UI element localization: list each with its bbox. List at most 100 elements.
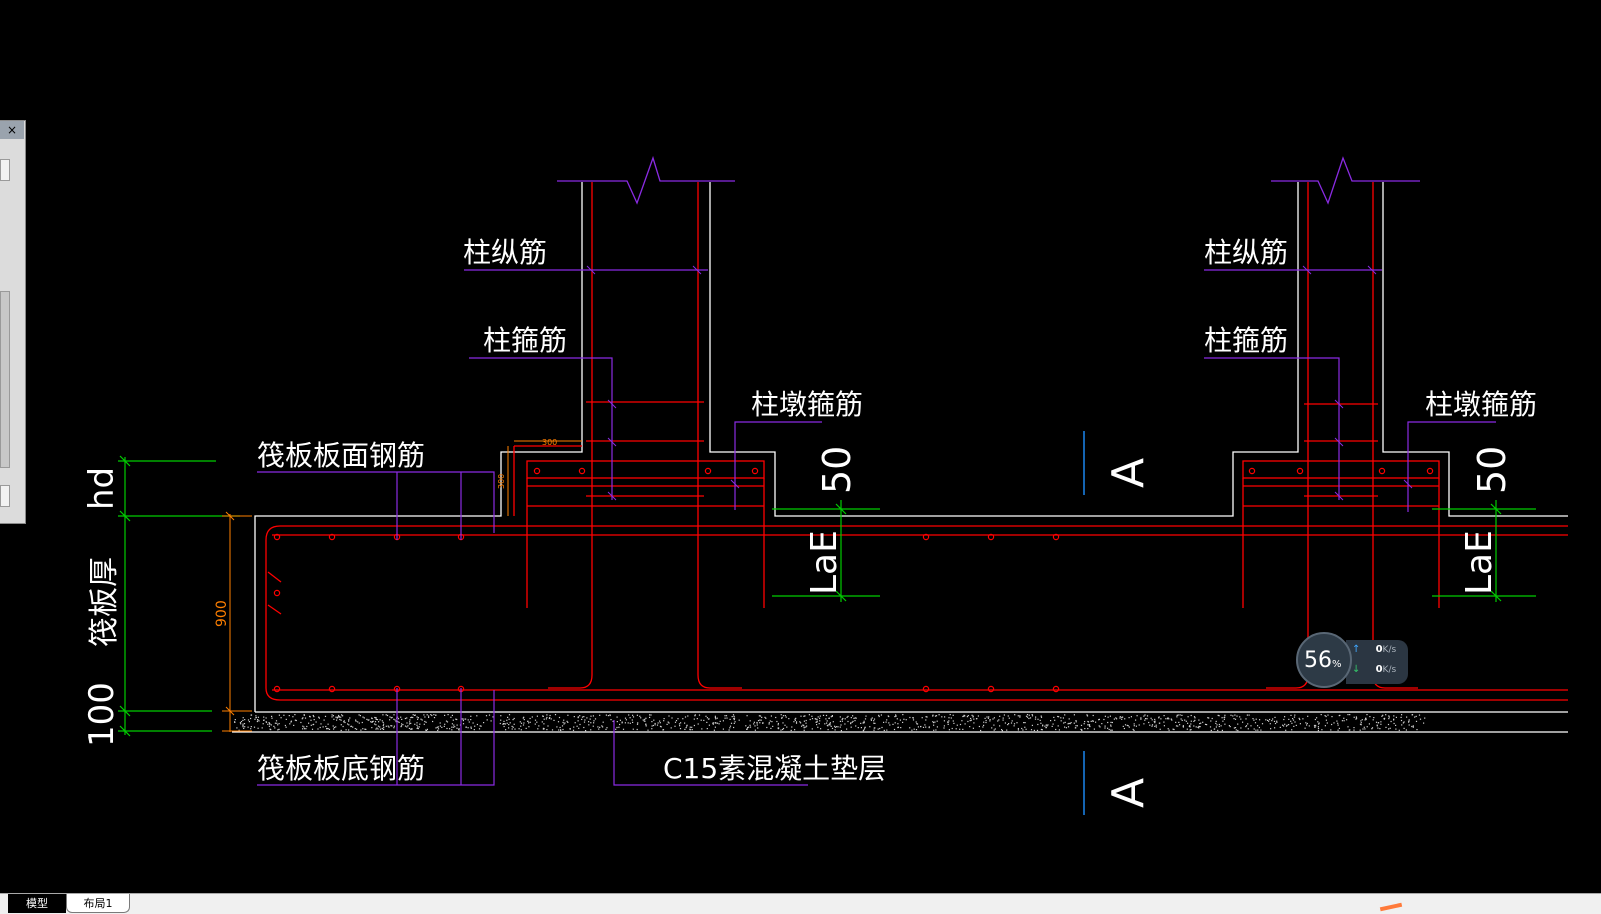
pad-gravel-dot [255, 715, 257, 717]
cpu-gauge[interactable]: 56% [1296, 632, 1352, 688]
pad-gravel-dot [1236, 715, 1238, 717]
pad-gravel-dot [624, 722, 626, 724]
pad-gravel-dot [327, 723, 329, 725]
pad-gravel-dot [389, 719, 391, 721]
palette-close-button[interactable]: × [0, 121, 24, 139]
pad-gravel-dot [639, 715, 641, 717]
pad-gravel-dot [586, 717, 588, 719]
pad-gravel-dot [1178, 721, 1180, 723]
pad-gravel-dot [1395, 716, 1397, 718]
pad-gravel-dot [925, 726, 927, 728]
palette-button-top[interactable] [0, 159, 10, 181]
pad-gravel-dot [1171, 719, 1173, 721]
pad-gravel-dot [756, 724, 758, 726]
label-column-stirrup-1: 柱箍筋 [483, 324, 567, 357]
pad-gravel-dot [541, 721, 543, 723]
pad-gravel-dot [412, 714, 414, 716]
pad-gravel-dot [1220, 725, 1222, 727]
pad-gravel-dot [1144, 719, 1146, 721]
pad-gravel-dot [416, 716, 418, 718]
layout-tab-bar: 模型 布局1 [0, 893, 1601, 914]
palette-button-bottom[interactable] [0, 485, 10, 507]
pad-gravel-dot [936, 720, 938, 722]
pad-gravel-dot [335, 716, 337, 718]
pad-gravel-dot [625, 719, 627, 721]
pad-gravel-dot [847, 720, 849, 723]
pad-gravel-dot [599, 726, 601, 728]
network-speed-widget[interactable]: ↑ 0K/s ↓ 0K/s 56% [1296, 632, 1412, 690]
pad-gravel-dot [342, 715, 344, 717]
pad-gravel-dot [1130, 716, 1132, 718]
pad-gravel-dot [953, 722, 955, 724]
dim-hd: hd [82, 467, 122, 510]
pad-gravel-dot [1290, 714, 1292, 716]
label-pier-stirrup-2: 柱墩箍筋 [1425, 388, 1537, 421]
pad-gravel-dot [1123, 727, 1125, 730]
pad-gravel-dot [1208, 717, 1210, 719]
pad-gravel-dot [1349, 714, 1351, 716]
pad-gravel-dot [310, 719, 312, 721]
pad-gravel-dot [1412, 726, 1414, 728]
pad-gravel-dot [534, 723, 536, 725]
pad-gravel-dot [257, 716, 259, 718]
pad-gravel-dot [558, 716, 561, 719]
pad-gravel-dot [1204, 723, 1207, 725]
pad-gravel-dot [518, 728, 520, 730]
pad-gravel-dot [912, 717, 914, 719]
pad-gravel-dot [1320, 714, 1322, 716]
pad-gravel-dot [962, 728, 964, 730]
pad-gravel-dot [1001, 730, 1003, 732]
pad-gravel-dot [705, 715, 707, 717]
pad-gravel-dot [679, 725, 681, 727]
download-row: ↓ 0K/s [1352, 664, 1396, 675]
pad-gravel-dot [619, 723, 621, 726]
pad-gravel-dot [764, 716, 766, 718]
pad-gravel-dot [757, 720, 760, 722]
pad-gravel-dot [394, 719, 396, 721]
pad-gravel-dot [240, 723, 242, 725]
pad-gravel-dot [1316, 717, 1318, 719]
pad-gravel-dot [1143, 723, 1145, 725]
pad-gravel-dot [732, 714, 735, 716]
palette-scrollbar[interactable] [0, 291, 10, 468]
pad-gravel-dot [359, 715, 361, 717]
pad-gravel-dot [1026, 714, 1029, 716]
pad-gravel-dot [1193, 725, 1195, 727]
pad-gravel-dot [236, 727, 238, 729]
pad-gravel-dot [463, 718, 465, 720]
cpu-percent: 56 [1304, 648, 1332, 673]
pad-gravel-dot [256, 720, 258, 723]
pad-gravel-dot [527, 720, 529, 722]
pad-gravel-dot [680, 722, 682, 724]
pad-gravel-dot [1314, 718, 1316, 721]
pad-gravel-dot [725, 715, 728, 717]
dim-lae-right: LaE [1459, 530, 1500, 595]
pad-gravel-dot [375, 718, 377, 720]
pad-gravel-dot [488, 714, 491, 716]
pad-gravel-dot [1110, 729, 1112, 731]
pad-gravel-dot [265, 717, 267, 719]
tab-layout1[interactable]: 布局1 [66, 894, 130, 913]
pad-gravel-dot [585, 730, 587, 732]
pad-gravel-dot [315, 721, 317, 723]
pad-gravel-dot [593, 722, 595, 724]
pad-gravel-dot [1087, 724, 1089, 726]
pad-gravel-dot [716, 722, 719, 724]
pad-gravel-dot [514, 728, 516, 730]
pad-gravel-dot [467, 727, 469, 729]
pad-gravel-dot [1372, 719, 1374, 721]
pad-gravel-dot [366, 718, 368, 720]
pad-gravel-dot [1389, 727, 1391, 729]
pad-gravel-dot [1343, 720, 1345, 722]
cad-drawing-canvas[interactable]: 柱纵筋 柱箍筋 柱墩箍筋 柱纵筋 柱箍筋 柱墩箍筋 筏板板面钢筋 筏板板底钢筋 … [0, 0, 1601, 914]
tab-model[interactable]: 模型 [8, 894, 66, 913]
pad-gravel-dot [1031, 714, 1033, 716]
pad-gravel-dot [836, 726, 838, 728]
pad-gravel-dot [1274, 727, 1276, 729]
pad-gravel-dot [973, 722, 975, 724]
pad-gravel-dot [1318, 723, 1320, 725]
pad-gravel-dot [1084, 721, 1086, 723]
tool-palette-panel[interactable]: × [0, 120, 26, 524]
pad-gravel-dot [1075, 725, 1077, 727]
pad-gravel-dot [486, 719, 488, 721]
